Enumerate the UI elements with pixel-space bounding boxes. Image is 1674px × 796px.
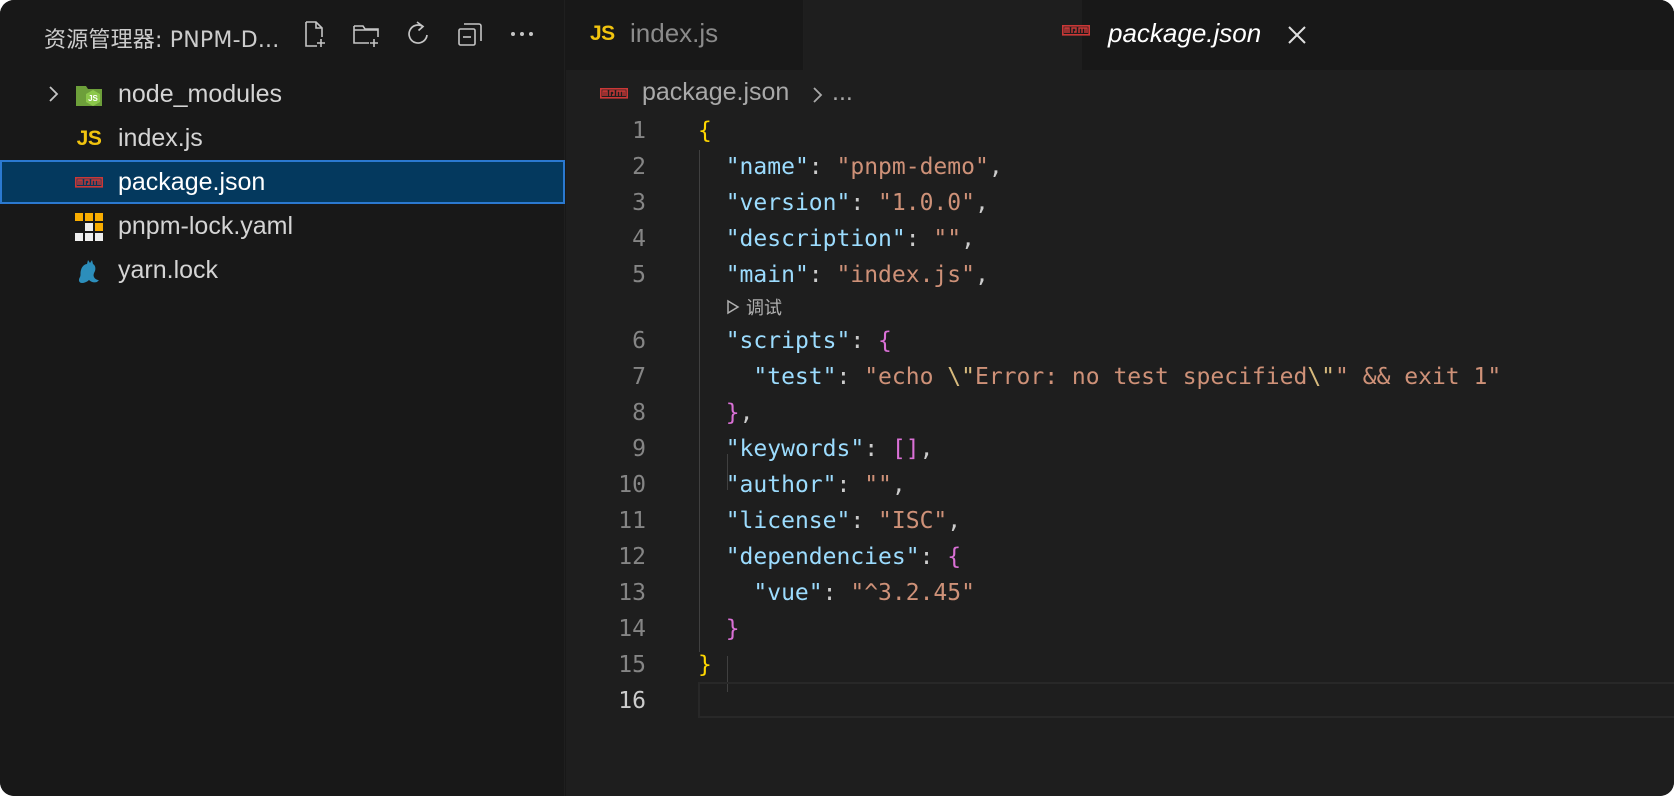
breadcrumb-more[interactable]: ... xyxy=(832,78,853,107)
code-line-current: 16 xyxy=(566,682,1674,720)
line-number: 10 xyxy=(618,472,646,498)
pnpm-file-icon xyxy=(74,213,104,241)
line-number: 16 xyxy=(618,688,646,714)
code-line: 2 "name": "pnpm-demo", xyxy=(566,150,1674,186)
line-number: 5 xyxy=(632,262,646,288)
code-line: 6 "scripts": { xyxy=(566,324,1674,360)
tab-index-js[interactable]: JS index.js xyxy=(566,0,804,70)
refresh-icon xyxy=(408,21,428,44)
collapse-all-button[interactable] xyxy=(452,16,488,52)
editor-area: JS index.js package.json package.json ..… xyxy=(566,0,1674,796)
code-line: 10 "author": "", xyxy=(566,468,1674,504)
file-tree: JS node_modules JS index.js package.json… xyxy=(0,72,565,292)
line-number: 7 xyxy=(632,364,646,390)
code-line: 5 "main": "index.js", xyxy=(566,258,1674,294)
line-number: 3 xyxy=(632,190,646,216)
code-line: 12 "dependencies": { xyxy=(566,540,1674,576)
new-folder-button[interactable] xyxy=(348,16,384,52)
codelens-label: 调试 xyxy=(746,298,782,319)
line-number: 12 xyxy=(618,544,646,570)
tree-item-index-js[interactable]: JS index.js xyxy=(0,116,565,160)
code-line: 7 "test": "echo \"Error: no test specifi… xyxy=(566,360,1674,396)
code-line: 1 { xyxy=(566,114,1674,150)
collapse-all-icon xyxy=(458,23,482,46)
code-line: 11 "license": "ISC", xyxy=(566,504,1674,540)
debug-codelens[interactable]: 调试 xyxy=(726,292,782,322)
line-number: 1 xyxy=(632,118,646,144)
line-number: 11 xyxy=(618,508,646,534)
breadcrumb: package.json ... xyxy=(566,72,1674,116)
explorer-title: 资源管理器: PNPM-D... xyxy=(44,28,280,53)
tree-item-package-json[interactable]: package.json xyxy=(0,160,565,204)
code-line: 4 "description": "", xyxy=(566,222,1674,258)
close-icon[interactable] xyxy=(1284,22,1310,48)
code-line: 15 } xyxy=(566,648,1674,684)
npm-file-icon xyxy=(600,85,628,104)
tree-item-label: index.js xyxy=(118,124,203,152)
nodejs-folder-icon: JS xyxy=(74,81,104,109)
tree-item-yarn-lock[interactable]: yarn.lock xyxy=(0,248,565,292)
tree-item-label: pnpm-lock.yaml xyxy=(118,212,294,240)
breadcrumb-file[interactable]: package.json xyxy=(642,78,789,107)
line-number: 13 xyxy=(618,580,646,606)
play-icon xyxy=(727,299,740,315)
explorer-sidebar: 资源管理器: PNPM-D... JS node_modules JS inde… xyxy=(0,0,565,796)
explorer-actions xyxy=(296,16,540,52)
tab-label: package.json xyxy=(1108,18,1262,48)
line-number: 8 xyxy=(632,400,646,426)
svg-text:JS: JS xyxy=(88,94,98,103)
yarn-cat-icon xyxy=(74,257,104,285)
tab-package-json[interactable]: package.json xyxy=(804,0,1306,70)
tab-label: index.js xyxy=(630,18,719,48)
javascript-file-icon: JS xyxy=(76,127,102,150)
tree-item-label: yarn.lock xyxy=(118,256,219,284)
code-line: 9 "keywords": [], xyxy=(566,432,1674,468)
new-folder-icon xyxy=(353,25,379,47)
chevron-right-icon xyxy=(49,86,59,102)
tab-bar: JS index.js package.json xyxy=(566,0,1674,70)
current-line-highlight xyxy=(698,682,1674,718)
line-number: 6 xyxy=(632,328,646,354)
tree-item-pnpm-lock[interactable]: pnpm-lock.yaml xyxy=(0,204,565,248)
line-number: 9 xyxy=(632,436,646,462)
more-actions-button[interactable] xyxy=(504,16,540,52)
code-line: 3 "version": "1.0.0", xyxy=(566,186,1674,222)
npm-file-icon xyxy=(74,169,104,197)
line-number: 14 xyxy=(618,616,646,642)
line-number: 15 xyxy=(618,652,646,678)
code-line: 13 "vue": "^3.2.45" xyxy=(566,576,1674,612)
more-icon xyxy=(511,32,533,36)
code-line: 8 }, xyxy=(566,396,1674,432)
tree-item-node-modules[interactable]: JS node_modules xyxy=(0,72,565,116)
new-file-button[interactable] xyxy=(296,16,332,52)
refresh-button[interactable] xyxy=(400,16,436,52)
npm-file-icon xyxy=(1062,22,1090,41)
tree-item-label: node_modules xyxy=(118,80,283,108)
code-line: 14 } xyxy=(566,612,1674,648)
explorer-header: 资源管理器: PNPM-D... xyxy=(0,0,565,70)
javascript-file-icon: JS xyxy=(590,22,615,45)
line-number: 4 xyxy=(632,226,646,252)
new-file-icon xyxy=(305,21,325,47)
chevron-right-icon xyxy=(813,87,823,103)
tree-item-label: package.json xyxy=(118,168,266,196)
line-number: 2 xyxy=(632,154,646,180)
vscode-window: 资源管理器: PNPM-D... JS node_modules JS inde… xyxy=(0,0,1674,796)
